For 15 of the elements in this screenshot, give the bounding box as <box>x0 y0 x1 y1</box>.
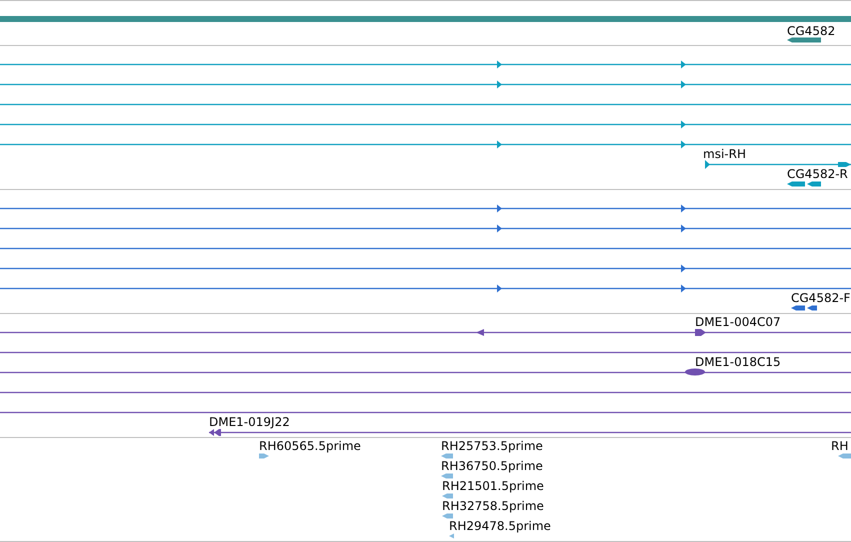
feature-label: RH21501.5prime <box>442 479 544 493</box>
feature-label: CG4582-F <box>791 291 850 305</box>
feature-glyph <box>787 38 821 42</box>
feature-label: DME1-019J22 <box>209 415 290 429</box>
feature-label: RH <box>831 439 848 453</box>
feature-label: msi-RH <box>703 147 746 161</box>
feature-label: CG4582 <box>787 24 836 38</box>
feature-label: CG4582-R <box>787 167 848 181</box>
feature-label: DME1-004C07 <box>695 315 781 329</box>
feature-label: DME1-018C15 <box>695 355 781 369</box>
feature-label: RH60565.5prime <box>259 439 361 453</box>
feature-label: RH36750.5prime <box>441 459 543 473</box>
feature-label: RH32758.5prime <box>442 499 544 513</box>
feature-label: RH29478.5prime <box>449 519 551 533</box>
feature-label: RH25753.5prime <box>441 439 543 453</box>
